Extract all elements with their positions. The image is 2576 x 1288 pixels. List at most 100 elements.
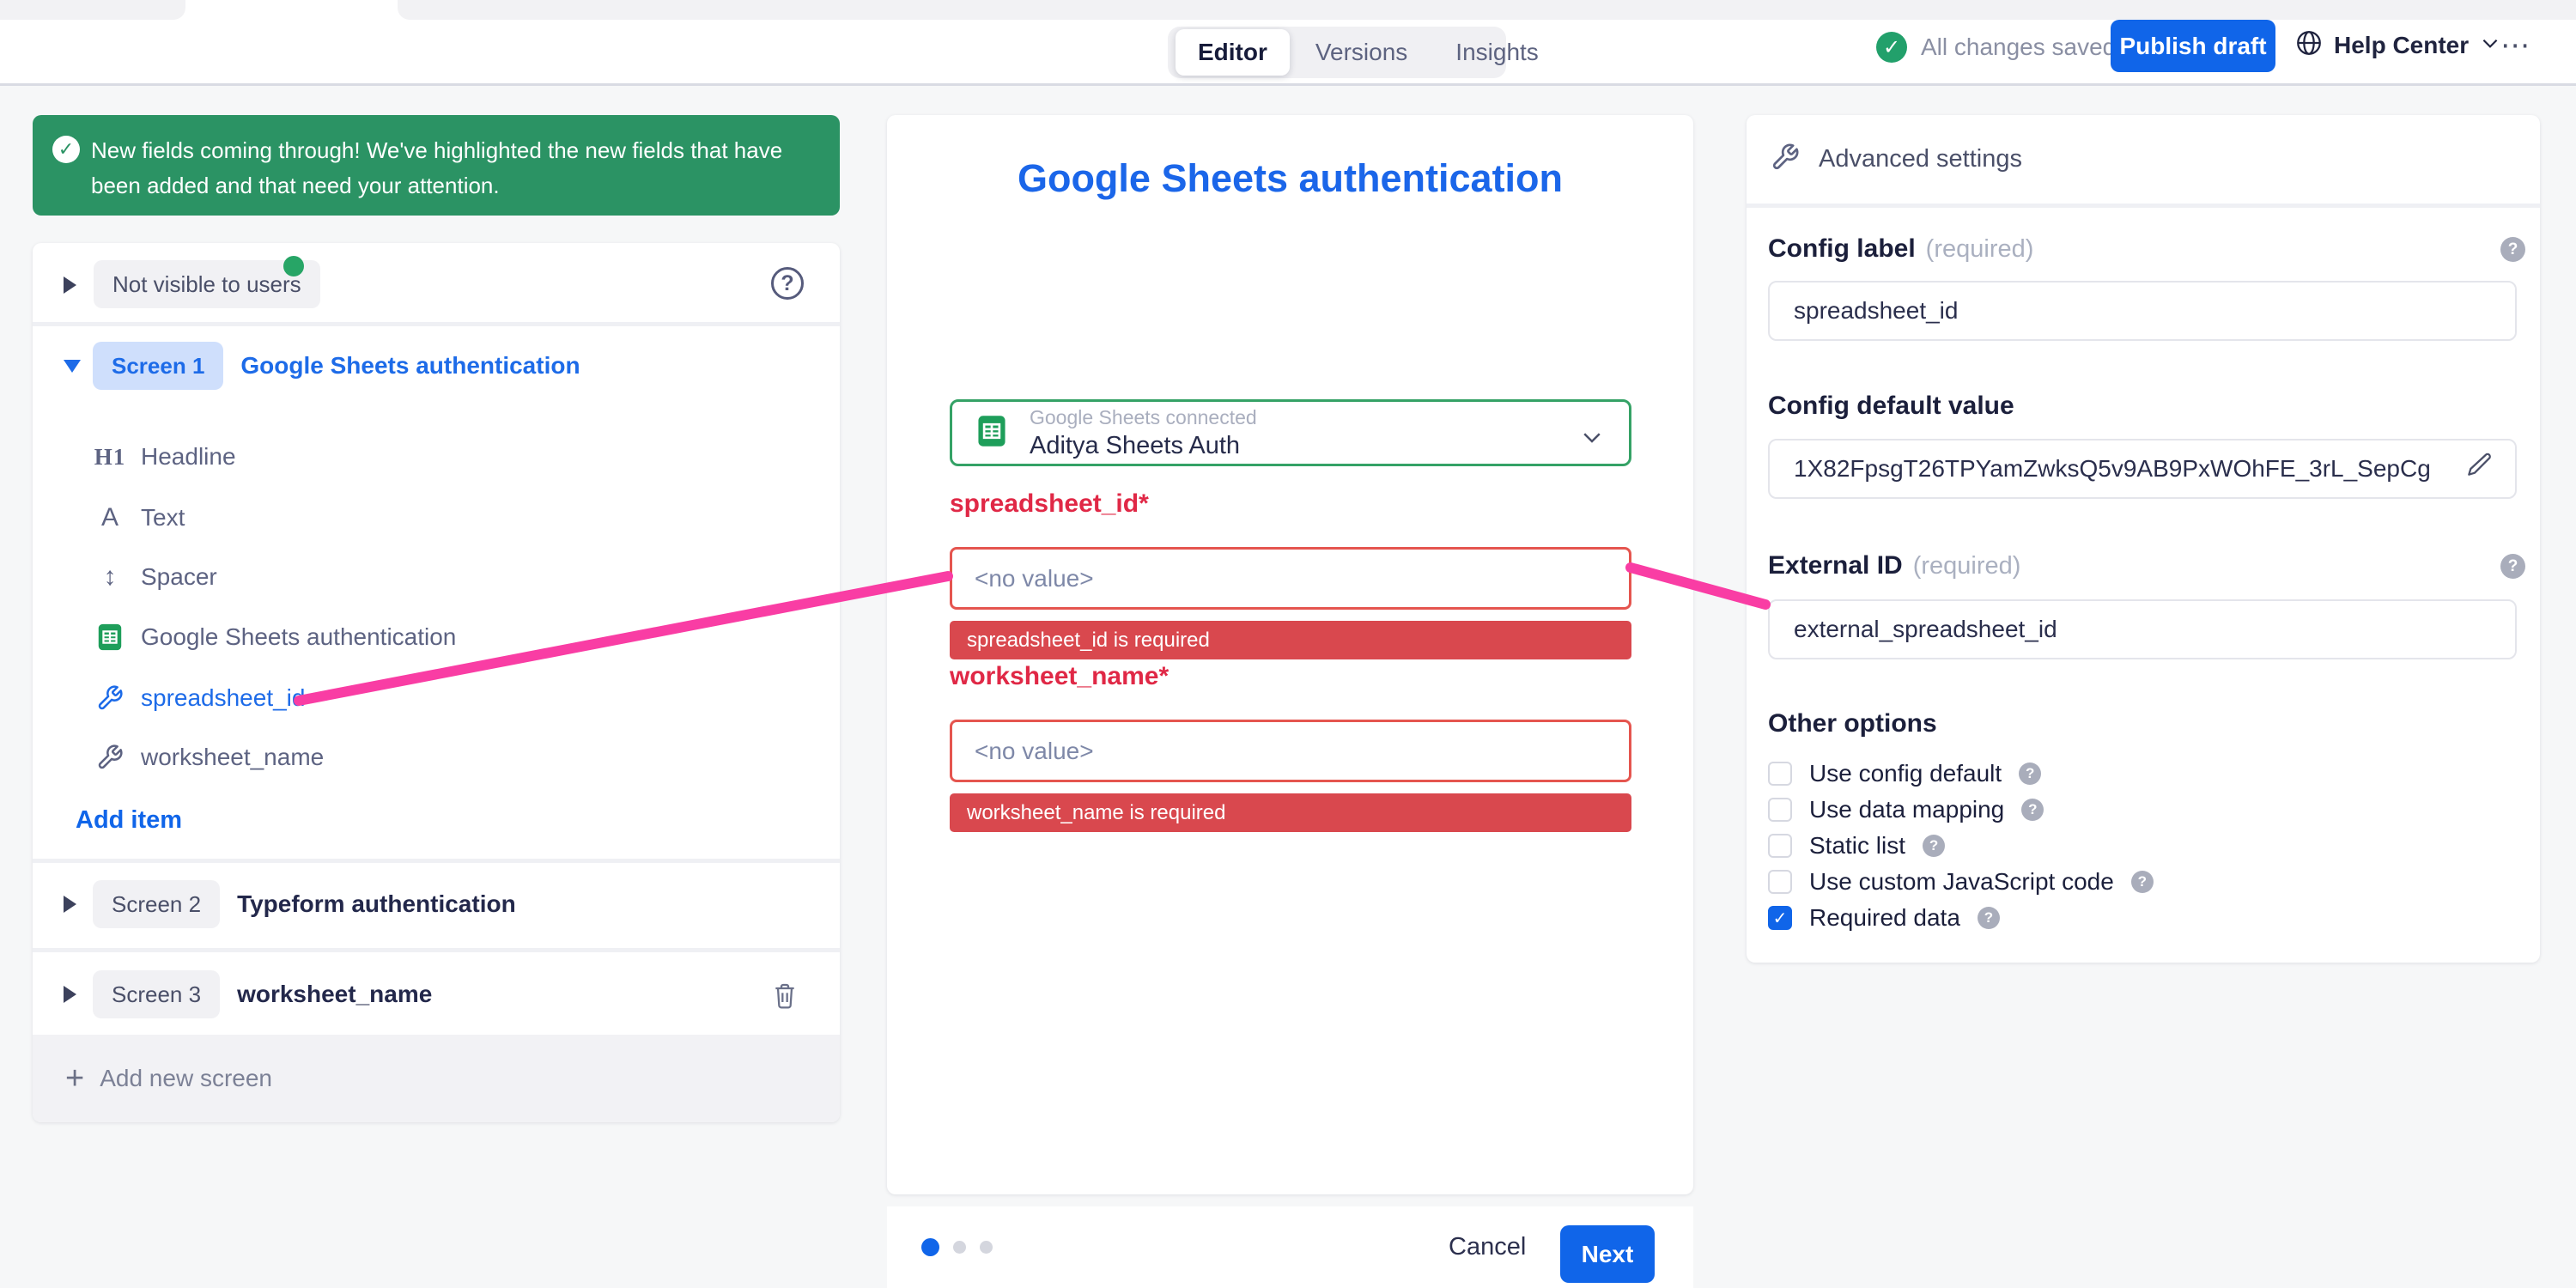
page-dot-3[interactable] [980, 1241, 993, 1254]
screen-3-title: worksheet_name [237, 981, 432, 1008]
sidebar-item-headline[interactable]: H1 Headline [33, 429, 840, 484]
help-icon[interactable]: ? [1923, 835, 1945, 857]
item-label: Text [141, 504, 185, 532]
screen-1-header[interactable]: Screen 1 Google Sheets authentication [33, 332, 840, 399]
page-dot-1[interactable] [921, 1238, 939, 1256]
divider [33, 322, 840, 326]
sidebar-item-spacer[interactable]: ↕ Spacer [33, 550, 840, 605]
checkbox-icon[interactable]: ✓ [1768, 906, 1792, 930]
cancel-button[interactable]: Cancel [1449, 1206, 1526, 1288]
chevron-down-icon [2479, 32, 2501, 58]
screen-3-pill: Screen 3 [93, 970, 220, 1018]
help-icon[interactable]: ? [771, 267, 804, 300]
help-icon[interactable]: ? [1978, 907, 2000, 929]
chevron-right-icon[interactable] [64, 276, 76, 294]
worksheet-name-label: worksheet_name* [950, 662, 1169, 691]
spreadsheet-id-input[interactable] [950, 547, 1631, 610]
not-visible-section[interactable]: Not visible to users ? [33, 243, 840, 322]
item-label: spreadsheet_id [141, 684, 305, 712]
save-status-text: All changes saved [1921, 33, 2116, 61]
check-circle-icon: ✓ [1876, 32, 1907, 63]
required-hint: (required) [1926, 235, 2034, 264]
spreadsheet-id-label: spreadsheet_id* [950, 489, 1149, 519]
screen-1-title: Google Sheets authentication [240, 352, 580, 380]
tab-editor[interactable]: Editor [1176, 29, 1290, 76]
globe-icon [2294, 28, 2324, 62]
config-label-input[interactable] [1768, 281, 2517, 341]
config-label-row: Config label (required) [1768, 234, 2033, 264]
checkbox-icon[interactable] [1768, 834, 1792, 858]
chevron-right-icon[interactable] [64, 896, 76, 913]
chevron-down-icon [1579, 424, 1605, 454]
google-sheets-connection-dropdown[interactable]: Google Sheets connected Aditya Sheets Au… [950, 399, 1631, 466]
sidebar-item-text[interactable]: A Text [33, 490, 840, 545]
chevron-down-icon[interactable] [64, 360, 81, 373]
save-status: ✓ All changes saved [1876, 32, 2116, 63]
delete-screen-button[interactable] [771, 981, 799, 1013]
screen-preview-panel: Google Sheets authentication Google Shee… [887, 115, 1693, 1194]
option-use-config-default[interactable]: Use config default ? [1768, 756, 2041, 792]
screen-2-header[interactable]: Screen 2 Typeform authentication [33, 871, 840, 938]
help-icon[interactable]: ? [2131, 871, 2154, 893]
next-button[interactable]: Next [1560, 1225, 1655, 1283]
view-switcher: Editor Versions Insights [1168, 27, 1506, 78]
option-use-data-mapping[interactable]: Use data mapping ? [1768, 792, 2044, 828]
item-label: Spacer [141, 563, 217, 591]
divider [33, 859, 840, 863]
sidebar-item-google-sheets-auth[interactable]: Google Sheets authentication [33, 610, 840, 665]
google-sheets-icon [91, 623, 129, 652]
external-id-row: External ID (required) [1768, 551, 2020, 580]
top-tab-shape [398, 0, 2576, 20]
screen-1-pill: Screen 1 [93, 342, 223, 390]
external-id-input[interactable] [1768, 599, 2517, 659]
help-icon[interactable]: ? [2500, 554, 2525, 579]
sidebar-item-worksheet-name[interactable]: worksheet_name [33, 730, 840, 785]
external-id-title: External ID [1768, 551, 1903, 580]
help-center-menu[interactable]: Help Center [2294, 28, 2501, 62]
notification-dot [283, 256, 304, 276]
screen-3-header[interactable]: Screen 3 worksheet_name [33, 961, 840, 1028]
chevron-right-icon[interactable] [64, 986, 76, 1003]
check-circle-icon: ✓ [52, 136, 80, 163]
screen-2-title: Typeform authentication [237, 890, 516, 918]
preview-footer: Cancel Next [887, 1206, 1693, 1288]
option-required-data[interactable]: ✓ Required data ? [1768, 900, 2000, 936]
checkbox-icon[interactable] [1768, 870, 1792, 894]
more-menu-button[interactable]: ⋯ [2500, 28, 2532, 63]
wrench-icon [1771, 143, 1800, 176]
wrench-icon [91, 744, 129, 771]
option-static-list[interactable]: Static list ? [1768, 828, 1945, 864]
worksheet-name-input[interactable] [950, 720, 1631, 782]
config-default-row: Config default value [1768, 392, 2014, 421]
help-icon[interactable]: ? [2019, 762, 2041, 785]
add-item-button[interactable]: Add item [76, 806, 182, 835]
divider [1747, 204, 2540, 208]
item-label: Google Sheets authentication [141, 623, 456, 651]
option-use-custom-javascript[interactable]: Use custom JavaScript code ? [1768, 864, 2154, 900]
h1-icon: H1 [91, 444, 129, 471]
screen-2-pill: Screen 2 [93, 880, 220, 928]
checkbox-icon[interactable] [1768, 798, 1792, 822]
new-fields-banner: ✓ New fields coming through! We've highl… [33, 115, 840, 216]
preview-title: Google Sheets authentication [887, 156, 1693, 201]
help-icon[interactable]: ? [2500, 237, 2525, 262]
option-label: Use config default [1809, 760, 2002, 787]
required-hint: (required) [1913, 552, 2021, 580]
option-label: Use data mapping [1809, 796, 2004, 823]
google-sheets-icon [975, 414, 1009, 453]
add-new-screen-button[interactable]: + Add new screen [33, 1035, 840, 1122]
sidebar-item-spreadsheet-id[interactable]: spreadsheet_id [33, 671, 840, 726]
help-center-label: Help Center [2334, 32, 2469, 59]
publish-draft-button[interactable]: Publish draft [2111, 20, 2275, 72]
checkbox-icon[interactable] [1768, 762, 1792, 786]
app-header: Editor Versions Insights ✓ All changes s… [0, 20, 2576, 86]
config-default-title: Config default value [1768, 392, 2014, 421]
spreadsheet-id-error: spreadsheet_id is required [950, 621, 1631, 659]
tab-insights[interactable]: Insights [1433, 29, 1561, 76]
edit-pencil-icon[interactable] [2466, 452, 2494, 483]
page-dot-2[interactable] [953, 1241, 966, 1254]
help-icon[interactable]: ? [2021, 799, 2044, 821]
divider [33, 948, 840, 952]
config-default-input[interactable] [1768, 439, 2517, 499]
tab-versions[interactable]: Versions [1293, 29, 1430, 76]
